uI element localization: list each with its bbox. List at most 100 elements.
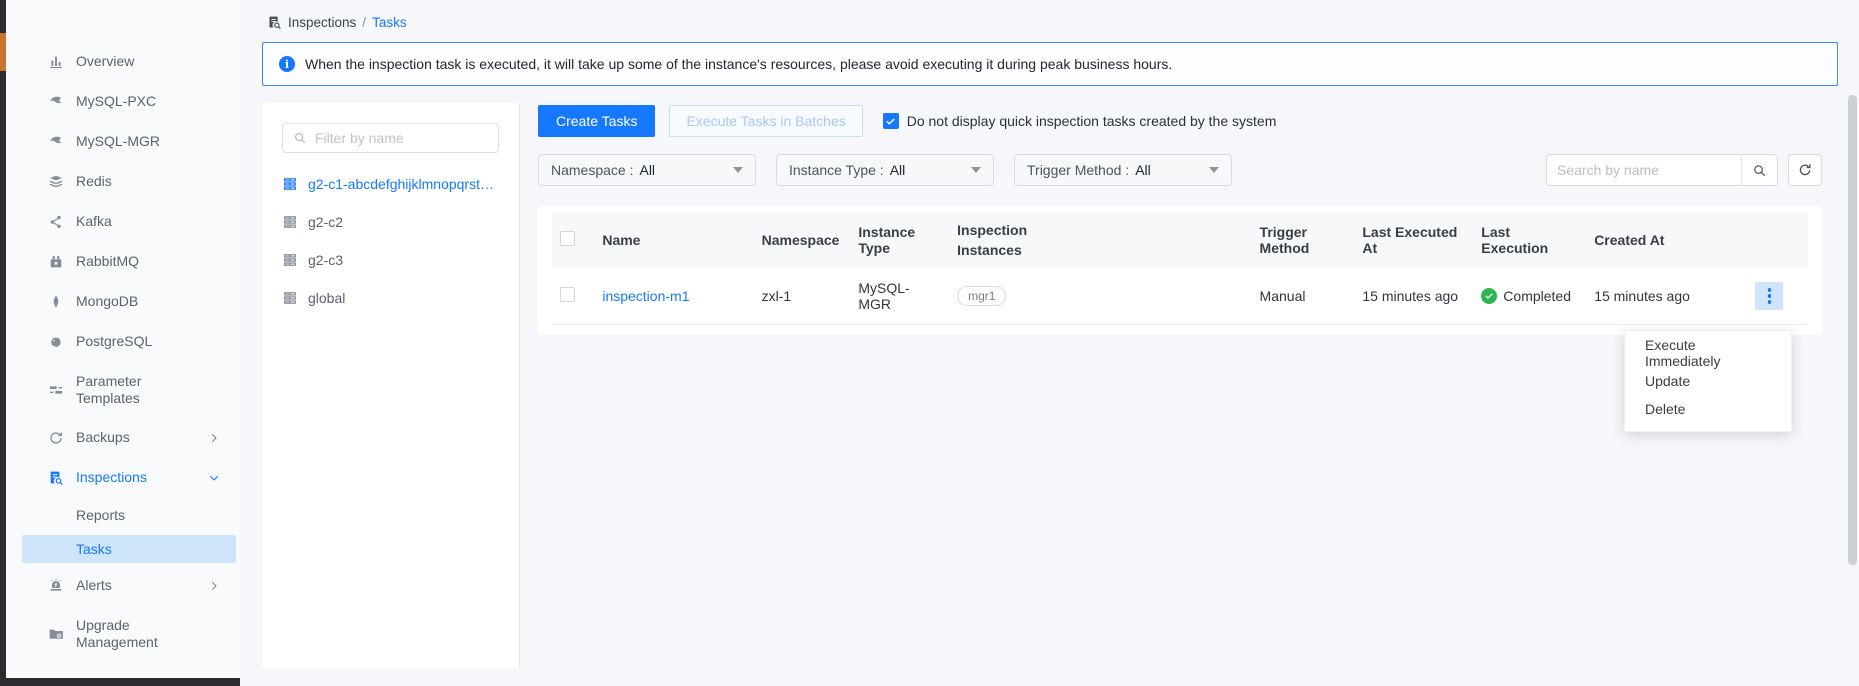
sidebar-item-label: Tasks [76, 541, 112, 557]
elephant-icon [48, 334, 64, 350]
window-edge-strip [0, 0, 6, 686]
sidebar-item-label: Parameter Templates [76, 373, 172, 408]
inspection-icon [48, 470, 64, 486]
sidebar-item-reports[interactable]: Reports [6, 498, 240, 532]
window-edge-bottom [0, 678, 240, 686]
menu-item-update[interactable]: Update [1625, 367, 1791, 395]
trigger-method-select[interactable]: Trigger Method : All [1014, 154, 1232, 186]
sidebar-item-label: Upgrade Management [76, 617, 172, 652]
sidebar-item-label: MySQL-PXC [76, 93, 156, 111]
sidebar-item-backups[interactable]: Backups [6, 418, 240, 458]
cluster-filter-box [282, 123, 499, 153]
sidebar-item-label: PostgreSQL [76, 333, 152, 351]
sidebar-item-inspections[interactable]: Inspections [6, 458, 240, 498]
sidebar-item-label: Kafka [76, 213, 112, 231]
cluster-filter-input[interactable] [315, 130, 488, 146]
table-header-row: Name Namespace Instance Type Inspection … [552, 212, 1808, 268]
task-name-link[interactable]: inspection-m1 [602, 288, 689, 304]
leaf-icon [48, 294, 64, 310]
sidebar-item-label: MongoDB [76, 293, 138, 311]
sidebar-item-mongodb[interactable]: MongoDB [6, 282, 240, 322]
chevron-right-icon [208, 432, 220, 444]
bar-chart-icon [48, 54, 64, 70]
backup-icon [48, 430, 64, 446]
page-scrollbar-track [1846, 0, 1859, 686]
sidebar-item-rabbitmq[interactable]: RabbitMQ [6, 242, 240, 282]
cell-instance-type: MySQL-MGR [850, 268, 949, 324]
sidebar-item-postgresql[interactable]: PostgreSQL [6, 322, 240, 362]
dolphin-icon [48, 134, 64, 150]
row-checkbox[interactable] [560, 287, 575, 302]
caret-down-icon [971, 167, 981, 173]
menu-item-execute-immediately[interactable]: Execute Immediately [1625, 339, 1791, 367]
instance-type-select[interactable]: Instance Type : All [776, 154, 994, 186]
menu-item-delete[interactable]: Delete [1625, 395, 1791, 423]
cluster-panel: g2-c1-abcdefghijklmnopqrstuvwx... g2-c2 … [262, 103, 520, 669]
trigger-method-select-value: All [1135, 162, 1151, 178]
create-tasks-button[interactable]: Create Tasks [538, 105, 655, 137]
search-icon [1752, 163, 1767, 178]
sidebar-item-parameter-templates[interactable]: Parameter Templates [6, 362, 240, 418]
check-icon [885, 116, 896, 127]
sidebar-item-overview[interactable]: Overview [6, 42, 240, 82]
info-icon: i [279, 56, 295, 72]
trigger-method-select-label: Trigger Method : [1027, 162, 1129, 178]
upgrade-icon [48, 626, 64, 642]
sidebar-item-alerts[interactable]: Alerts [6, 566, 240, 606]
sidebar-item-upgrade-management[interactable]: Upgrade Management [6, 606, 240, 662]
chevron-down-icon [208, 472, 220, 484]
select-all-checkbox[interactable] [560, 231, 575, 246]
sidebar-item-tasks[interactable]: Tasks [22, 535, 236, 563]
breadcrumb: Inspections / Tasks [240, 0, 1859, 32]
cell-namespace: zxl-1 [754, 268, 851, 324]
cluster-name: global [308, 290, 345, 306]
page-scrollbar-thumb[interactable] [1848, 95, 1857, 565]
edge-scrollbar-thumb[interactable] [0, 33, 6, 71]
info-banner: i When the inspection task is executed, … [262, 42, 1838, 86]
column-header-instance-type: Instance Type [850, 212, 949, 268]
namespace-select[interactable]: Namespace : All [538, 154, 756, 186]
server-icon [282, 214, 298, 230]
sidebar-item-redis[interactable]: Redis [6, 162, 240, 202]
cluster-name: g2-c3 [308, 252, 343, 268]
breadcrumb-tasks[interactable]: Tasks [372, 15, 407, 30]
sidebar-item-label: Inspections [76, 469, 147, 487]
cluster-item-global[interactable]: global [282, 279, 499, 317]
search-button[interactable] [1741, 155, 1777, 185]
instance-chip: mgr1 [957, 286, 1006, 306]
sidebar-item-label: Overview [76, 53, 134, 71]
sidebar-item-mysql-mgr[interactable]: MySQL-MGR [6, 122, 240, 162]
hide-quick-tasks-checkbox-wrap: Do not display quick inspection tasks cr… [883, 113, 1277, 129]
tasks-work-area: Create Tasks Execute Tasks in Batches Do… [538, 103, 1822, 335]
tasks-table: Name Namespace Instance Type Inspection … [552, 212, 1808, 325]
sidebar-item-label: Alerts [76, 577, 112, 595]
status-text: Completed [1503, 288, 1571, 304]
inspection-icon [267, 15, 282, 30]
checkbox-checked[interactable] [883, 113, 899, 129]
table-row: inspection-m1 zxl-1 MySQL-MGR mgr1 Manua… [552, 268, 1808, 324]
cell-last-executed-at: 15 minutes ago [1354, 268, 1473, 324]
content-area: Inspections / Tasks i When the inspectio… [240, 0, 1859, 686]
breadcrumb-inspections[interactable]: Inspections [288, 15, 356, 30]
cluster-list: g2-c1-abcdefghijklmnopqrstuvwx... g2-c2 … [282, 165, 499, 317]
caret-down-icon [1209, 167, 1219, 173]
success-check-icon [1481, 288, 1497, 304]
refresh-button[interactable] [1788, 154, 1822, 186]
dolphin-icon [48, 94, 64, 110]
column-header-created-at: Created At [1586, 212, 1747, 268]
filter-row: Namespace : All Instance Type : All Trig… [538, 154, 1822, 186]
column-header-inspection-instances: Inspection Instances [949, 212, 1251, 268]
row-more-actions-button[interactable] [1755, 282, 1783, 310]
nodes-icon [48, 214, 64, 230]
search-input[interactable] [1547, 162, 1741, 178]
parameter-icon [48, 382, 64, 398]
caret-down-icon [733, 167, 743, 173]
sidebar-item-mysql-pxc[interactable]: MySQL-PXC [6, 82, 240, 122]
execute-batches-button[interactable]: Execute Tasks in Batches [669, 105, 862, 137]
sidebar: Overview MySQL-PXC MySQL-MGR Redis Kafka… [6, 0, 240, 678]
cluster-item-g2-c2[interactable]: g2-c2 [282, 203, 499, 241]
column-header-trigger-method: Trigger Method [1252, 212, 1355, 268]
cluster-item-g2-c1[interactable]: g2-c1-abcdefghijklmnopqrstuvwx... [282, 165, 499, 203]
sidebar-item-kafka[interactable]: Kafka [6, 202, 240, 242]
cluster-item-g2-c3[interactable]: g2-c3 [282, 241, 499, 279]
